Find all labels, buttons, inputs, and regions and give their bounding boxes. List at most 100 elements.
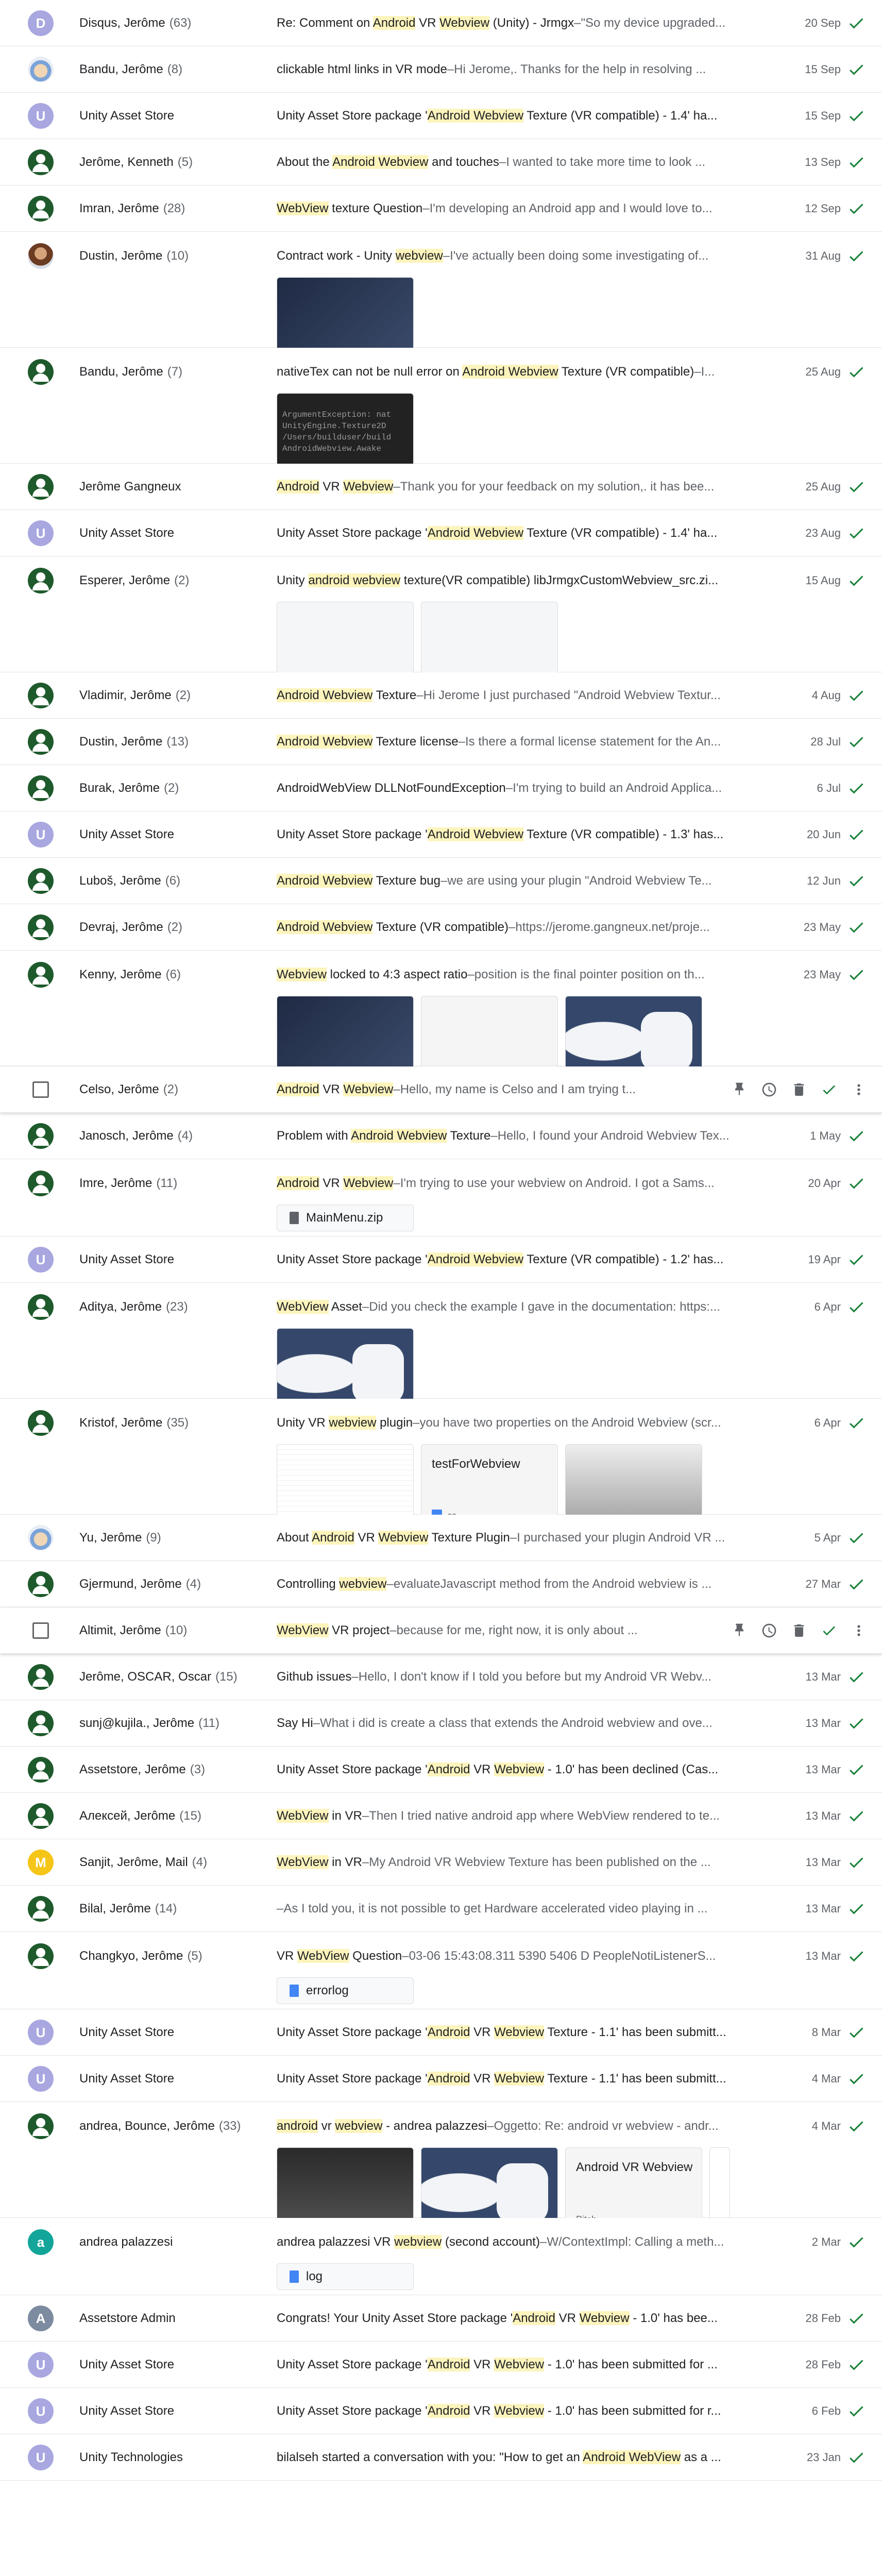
- check-icon[interactable]: [820, 1622, 838, 1639]
- check-icon[interactable]: [847, 2056, 866, 2102]
- check-icon[interactable]: [847, 510, 866, 556]
- trash-icon[interactable]: [790, 1622, 808, 1639]
- email-row[interactable]: Imran, Jerôme (28) WebView texture Questio…: [0, 185, 882, 232]
- attachment-chip[interactable]: MainMenu.zip: [277, 1205, 414, 1231]
- select-checkbox[interactable]: [32, 1622, 49, 1639]
- check-icon[interactable]: [847, 46, 866, 93]
- check-icon[interactable]: [847, 1561, 866, 1607]
- check-icon[interactable]: [847, 858, 866, 904]
- check-icon[interactable]: [847, 1793, 866, 1839]
- check-icon[interactable]: [847, 1294, 866, 1320]
- email-row[interactable]: U Unity Asset Store Unity Asset Store pack…: [0, 2388, 882, 2434]
- check-icon[interactable]: [847, 1700, 866, 1747]
- email-row[interactable]: Janosch, Jerôme (4) Problem with Android W…: [0, 1113, 882, 1159]
- sender: Altimit, Jerôme (10): [79, 1607, 265, 1654]
- trash-icon[interactable]: [790, 1081, 808, 1098]
- email-row[interactable]: Assetstore, Jerôme (3) Unity Asset Store p…: [0, 1747, 882, 1793]
- email-row[interactable]: Burak, Jerôme (2) AndroidWebView DLLNotFou…: [0, 765, 882, 811]
- email-row[interactable]: Luboš, Jerôme (6) Android Webview Texture …: [0, 858, 882, 904]
- check-icon[interactable]: [847, 2434, 866, 2481]
- check-icon[interactable]: [847, 2342, 866, 2388]
- subject-text: plugin: [376, 1416, 413, 1430]
- attachment-chip[interactable]: errorlog: [277, 1977, 414, 2004]
- check-icon[interactable]: [847, 765, 866, 811]
- email-row[interactable]: Bandu, Jerôme (7) nativeTex can not be nul…: [0, 348, 882, 484]
- check-icon[interactable]: [847, 93, 866, 139]
- check-icon[interactable]: [847, 1886, 866, 1932]
- more-vert-icon[interactable]: [850, 1081, 868, 1098]
- email-row[interactable]: Esperer, Jerôme (2) Unity android webview …: [0, 556, 882, 692]
- pin-icon[interactable]: [731, 1081, 748, 1098]
- email-row[interactable]: Altimit, Jerôme (10) WebView VR project – …: [0, 1607, 882, 1654]
- check-icon[interactable]: [847, 243, 866, 269]
- more-vert-icon[interactable]: [850, 1622, 868, 1639]
- thread-count: (13): [166, 735, 189, 749]
- check-icon[interactable]: [847, 1515, 866, 1561]
- check-icon[interactable]: [847, 568, 866, 594]
- check-icon[interactable]: [847, 1171, 866, 1196]
- email-row[interactable]: U Unity Asset Store Unity Asset Store pack…: [0, 2342, 882, 2388]
- email-row[interactable]: Kristof, Jerôme (35) Unity VR webview plug…: [0, 1399, 882, 1535]
- email-row[interactable]: Devraj, Jerôme (2) Android Webview Texture…: [0, 904, 882, 951]
- check-icon[interactable]: [847, 1747, 866, 1793]
- check-icon[interactable]: [847, 1943, 866, 1969]
- check-icon[interactable]: [847, 1839, 866, 1886]
- email-row[interactable]: Vladimir, Jerôme (2) Android Webview Textu…: [0, 672, 882, 719]
- snippet: 03-06 15:43:08.311 5390 5406 D PeopleNot…: [409, 1949, 716, 1963]
- email-row[interactable]: A Assetstore Admin Congrats! Your Unity As…: [0, 2295, 882, 2342]
- check-icon[interactable]: [847, 1410, 866, 1436]
- check-icon[interactable]: [847, 359, 866, 385]
- attachment-chip[interactable]: log: [277, 2263, 414, 2290]
- check-icon[interactable]: [847, 464, 866, 510]
- check-icon[interactable]: [847, 2009, 866, 2056]
- check-icon[interactable]: [847, 904, 866, 951]
- email-row[interactable]: Bandu, Jerôme (8) clickable html links in …: [0, 46, 882, 93]
- check-icon[interactable]: [847, 2295, 866, 2342]
- email-row[interactable]: Celso, Jerôme (2) Android VR Webview – Hel…: [0, 1066, 882, 1113]
- email-row[interactable]: andrea, Bounce, Jerôme (33) android vr web…: [0, 2102, 882, 2238]
- email-row[interactable]: U Unity Asset Store Unity Asset Store pack…: [0, 93, 882, 139]
- email-row[interactable]: Jerôme, OSCAR, Oscar (15) Github issues – …: [0, 1654, 882, 1700]
- email-row[interactable]: Алексей, Jerôme (15) WebView in VR – Then …: [0, 1793, 882, 1839]
- check-icon[interactable]: [847, 811, 866, 858]
- check-icon[interactable]: [847, 185, 866, 232]
- email-row[interactable]: Changkyo, Jerôme (5) VR WebView Question –…: [0, 1932, 882, 2009]
- check-icon[interactable]: [847, 672, 866, 719]
- email-row[interactable]: Imre, Jerôme (11) Android VR Webview – I'm…: [0, 1159, 882, 1236]
- email-row[interactable]: sunj@kujila., Jerôme (11) Say Hi – What i …: [0, 1700, 882, 1747]
- check-icon[interactable]: [847, 962, 866, 988]
- email-row[interactable]: U Unity Technologies bilalseh started a co…: [0, 2434, 882, 2481]
- check-icon[interactable]: [847, 2229, 866, 2255]
- email-row[interactable]: U Unity Asset Store Unity Asset Store pack…: [0, 2056, 882, 2102]
- check-icon[interactable]: [847, 2388, 866, 2434]
- email-row[interactable]: U Unity Asset Store Unity Asset Store pack…: [0, 1236, 882, 1283]
- email-row[interactable]: U Unity Asset Store Unity Asset Store pack…: [0, 510, 882, 556]
- check-icon[interactable]: [847, 0, 866, 46]
- email-row[interactable]: Jerôme Gangneux Android VR Webview – Than…: [0, 464, 882, 510]
- email-row[interactable]: D Disqus, Jerôme (63) Re: Comment on Androi…: [0, 0, 882, 46]
- select-checkbox[interactable]: [32, 1081, 49, 1098]
- email-row[interactable]: U Unity Asset Store Unity Asset Store pack…: [0, 811, 882, 858]
- email-row[interactable]: Gjermund, Jerôme (4) Controlling webview –…: [0, 1561, 882, 1607]
- check-icon[interactable]: [847, 1113, 866, 1159]
- message-line: Webview locked to 4:3 aspect ratio – pos…: [277, 962, 766, 988]
- check-icon[interactable]: [847, 719, 866, 765]
- clock-icon[interactable]: [760, 1081, 778, 1098]
- email-row[interactable]: Aditya, Jerôme (23) WebView Asset – Did yo…: [0, 1283, 882, 1419]
- email-row[interactable]: Dustin, Jerôme (13) Android Webview Textur…: [0, 719, 882, 765]
- email-row[interactable]: Bilal, Jerôme (14) – As I told you, it is…: [0, 1886, 882, 1932]
- check-icon[interactable]: [847, 1236, 866, 1283]
- email-row[interactable]: U Unity Asset Store Unity Asset Store pack…: [0, 2009, 882, 2056]
- email-row[interactable]: Yu, Jerôme (9) About Android VR Webview Te…: [0, 1515, 882, 1561]
- email-row[interactable]: Kenny, Jerôme (6) Webview locked to 4:3 as…: [0, 951, 882, 1087]
- check-icon[interactable]: [847, 139, 866, 185]
- email-row[interactable]: Jerôme, Kenneth (5) About the Android Webv…: [0, 139, 882, 185]
- email-row[interactable]: Dustin, Jerôme (10) Contract work - Unity …: [0, 232, 882, 368]
- check-icon[interactable]: [847, 2113, 866, 2139]
- check-icon[interactable]: [847, 1654, 866, 1700]
- check-icon[interactable]: [820, 1081, 838, 1098]
- email-row[interactable]: a andrea palazzesi andrea palazzesi VR web…: [0, 2218, 882, 2295]
- clock-icon[interactable]: [760, 1622, 778, 1639]
- pin-icon[interactable]: [731, 1622, 748, 1639]
- email-row[interactable]: M Sanjit, Jerôme, Mail (4) WebView in VR – …: [0, 1839, 882, 1886]
